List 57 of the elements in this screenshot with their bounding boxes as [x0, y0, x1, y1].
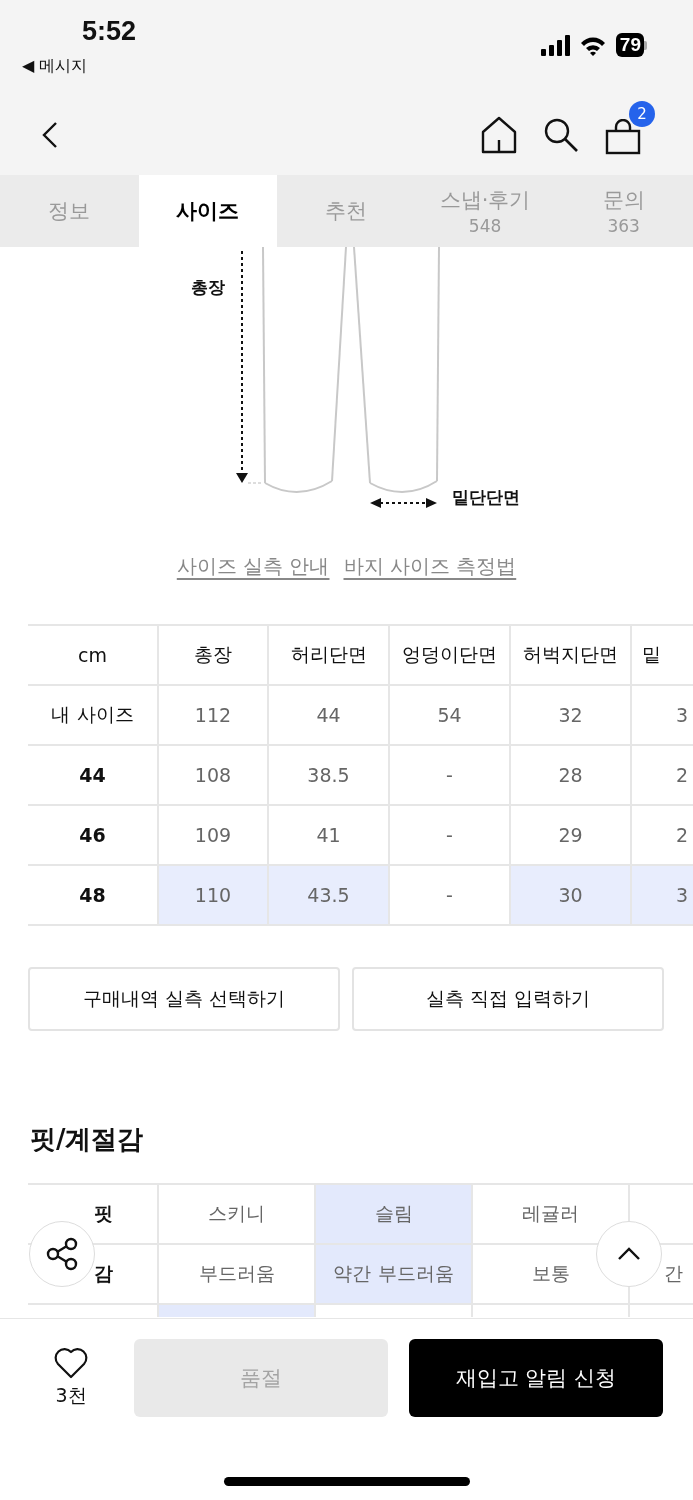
signal-icon	[540, 34, 570, 56]
measure-label: 밑단단면	[452, 487, 520, 507]
shopping-bag-button[interactable]: 2	[605, 101, 657, 155]
tab-count: 363	[607, 216, 640, 236]
heart-icon	[54, 1347, 88, 1379]
table-cell: 110	[157, 866, 267, 926]
share-icon	[46, 1237, 78, 1271]
table-cell: 30	[509, 866, 630, 926]
clock: 5:52	[82, 16, 137, 47]
column-header: 밑	[630, 626, 693, 686]
table-cell: 슬림	[314, 1185, 471, 1245]
measure-button[interactable]: 실측 직접 입력하기	[352, 967, 664, 1031]
home-icon	[481, 116, 517, 154]
guide-line	[247, 482, 264, 484]
guide-link[interactable]: 바지 사이즈 측정법	[343, 552, 517, 580]
measure-button[interactable]: 구매내역 실측 선택하기	[28, 967, 340, 1031]
row-header: 46	[28, 806, 157, 866]
section-title: 핏/계절감	[30, 1123, 145, 1156]
chevron-up-icon	[617, 1246, 641, 1262]
column-header: 허리단면	[267, 626, 388, 686]
tab-label: 스냅·후기	[439, 187, 531, 214]
table-cell: 32	[509, 686, 630, 746]
table-cell: 43.5	[267, 866, 388, 926]
table-cell: -	[388, 746, 509, 806]
table-cell: -	[388, 806, 509, 866]
column-header: 엉덩이단면	[388, 626, 509, 686]
measure-label: 총장	[191, 277, 225, 297]
table-cell: 28	[509, 746, 630, 806]
tab-count: 548	[468, 216, 502, 236]
restock-alert-button[interactable]: 재입고 알림 신청	[409, 1339, 663, 1417]
back-to-app-link[interactable]: ◀ 메시지	[22, 56, 88, 77]
bag-icon	[605, 119, 641, 155]
guide-link[interactable]: 사이즈 실측 안내	[176, 552, 330, 580]
column-header: 총장	[157, 626, 267, 686]
table-cell: 3	[630, 686, 693, 746]
like-button[interactable]: 3천	[38, 1347, 104, 1409]
table-cell: 2	[630, 746, 693, 806]
table-cell: 약간 부드러움	[314, 1245, 471, 1305]
column-header: 허벅지단면	[509, 626, 630, 686]
like-count: 3천	[55, 1383, 87, 1408]
table-cell: 112	[157, 686, 267, 746]
table-cell: 3	[630, 866, 693, 926]
tab[interactable]: 사이즈	[138, 175, 278, 247]
column-header: cm	[28, 626, 157, 686]
cart-count-badge: 2	[629, 101, 655, 127]
hem-width-arrow	[370, 498, 437, 508]
battery-indicator: 79	[615, 33, 647, 57]
search-icon	[543, 117, 579, 153]
table-cell: 54	[388, 686, 509, 746]
table-cell: 스키니	[157, 1185, 314, 1245]
row-header: 44	[28, 746, 157, 806]
row-header: 내 사이즈	[28, 686, 157, 746]
table-cell: 부드러움	[157, 1245, 314, 1305]
table-cell: 44	[267, 686, 388, 746]
tab-label: 문의	[602, 187, 645, 214]
table-cell: 108	[157, 746, 267, 806]
table-cell: 38.5	[267, 746, 388, 806]
